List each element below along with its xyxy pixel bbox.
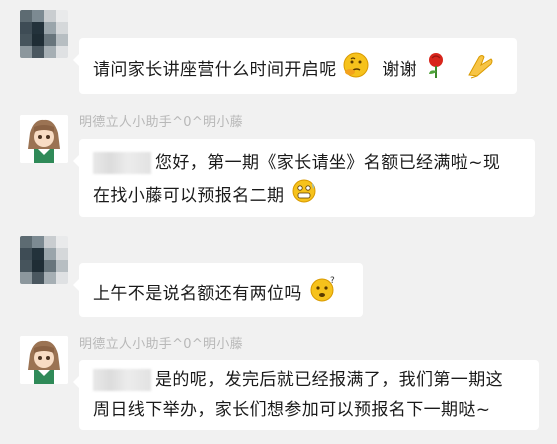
blurred-mention [93,369,151,391]
clap-hands-icon [465,51,495,89]
assistant-avatar[interactable] [20,336,68,384]
message-bubble[interactable]: 上午不是说名额还有两位吗 ? [73,263,363,317]
blurred-mention [93,152,151,174]
rose-icon [423,51,449,89]
message-text: 您好，第一期《家长请坐》名额已经满啦~现 [155,153,501,173]
message-bubble[interactable]: 您好，第一期《家长请坐》名额已经满啦~现 在找小藤可以预报名二期 [73,139,535,217]
message-text: 上午不是说名额还有两位吗 [93,284,302,304]
assistant-girl-avatar-icon [20,336,68,384]
assistant-avatar[interactable] [20,115,68,163]
sender-name: 明德立人小助手^0^明小藤 [79,337,243,352]
message-bubble[interactable]: 请问家长讲座营什么时间开启呢 谢谢 [73,38,517,94]
message-text: 是的呢，发完后就已经报满了，我们第一期这 [155,370,503,390]
message-text-line2: 周日线下举办，家长们想参加可以预报名下一期哒~ [93,400,491,420]
assistant-girl-avatar-icon [20,115,68,163]
confused-face-icon: ? [308,275,338,313]
user-avatar[interactable] [20,10,68,58]
sender-name: 明德立人小助手^0^明小藤 [79,115,243,130]
user-avatar[interactable] [20,236,68,284]
grimacing-face-icon [290,178,318,214]
thinking-face-icon [342,51,370,89]
message-text: 请问家长讲座营什么时间开启呢 [93,60,337,80]
message-text-line2: 在找小藤可以预报名二期 [93,186,285,206]
message-bubble[interactable]: 是的呢，发完后就已经报满了，我们第一期这 周日线下举办，家长们想参加可以预报名下… [73,360,539,430]
svg-text:?: ? [330,276,335,286]
thanks-text: 谢谢 [382,60,418,80]
pixelated-avatar-icon [20,10,68,58]
pixelated-avatar-icon [20,236,68,284]
